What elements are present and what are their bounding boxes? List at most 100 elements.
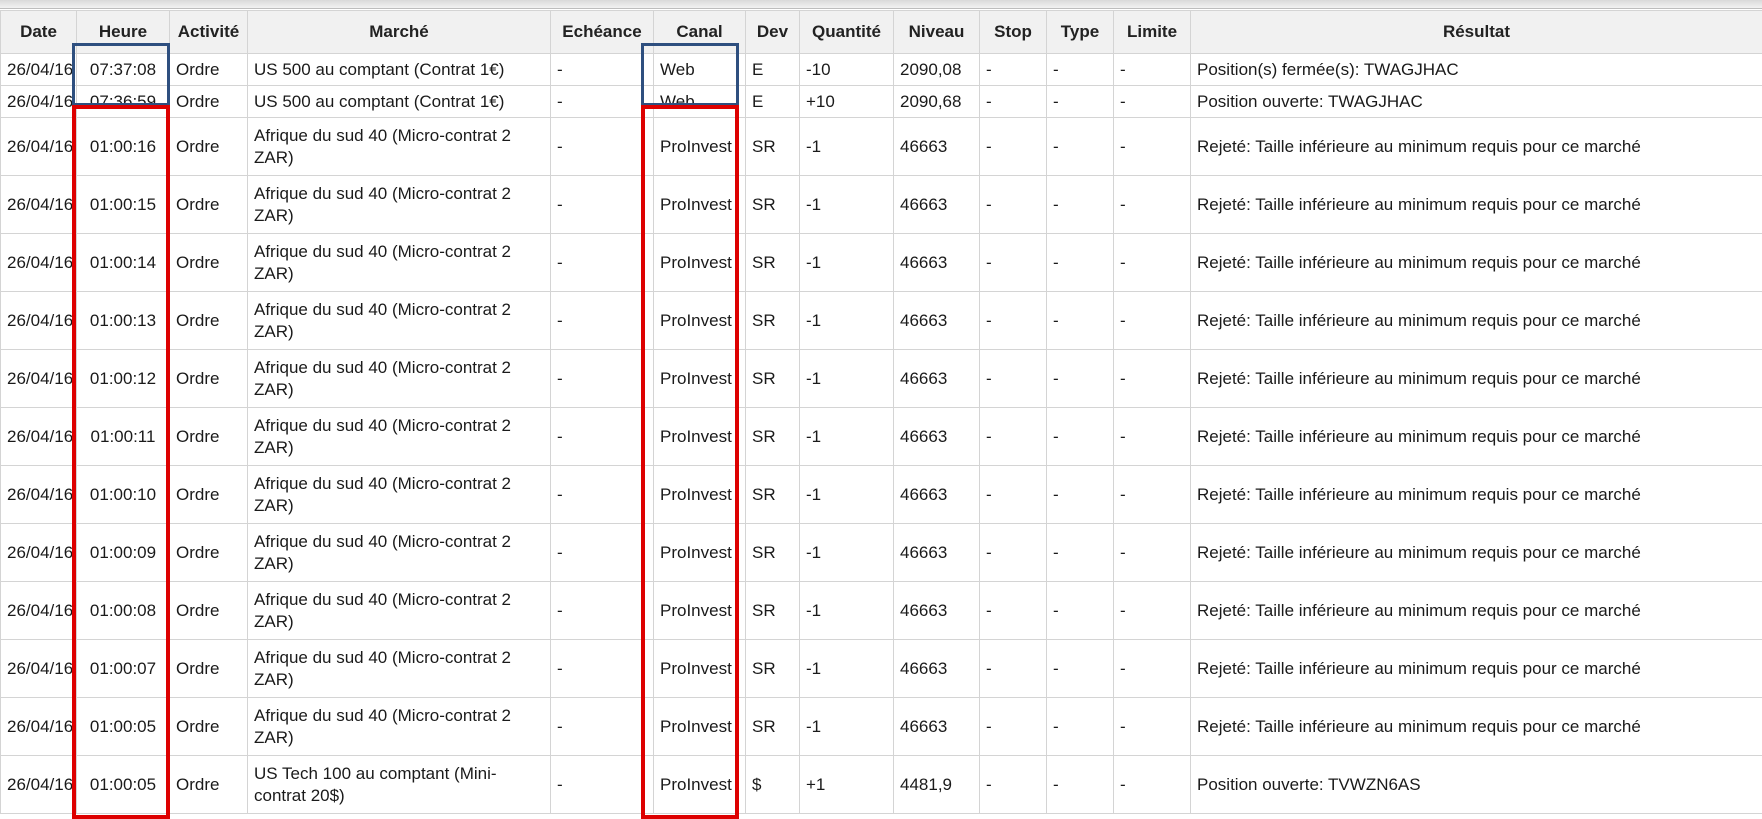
col-header-niveau[interactable]: Niveau xyxy=(893,10,980,54)
cell-stop: - xyxy=(979,117,1047,176)
cell-echeance: - xyxy=(550,291,654,350)
cell-canal: ProInvest xyxy=(653,291,746,350)
cell-stop: - xyxy=(979,175,1047,234)
col-header-dev[interactable]: Dev xyxy=(745,10,800,54)
col-header-limite[interactable]: Limite xyxy=(1113,10,1191,54)
cell-quantite: +1 xyxy=(799,755,894,814)
table-row[interactable]: 26/04/16 01:00:10 Ordre Afrique du sud 40 (… xyxy=(0,465,1762,524)
cell-type: - xyxy=(1046,581,1114,640)
cell-marche: Afrique du sud 40 (Micro-contrat 2 ZAR) xyxy=(247,291,551,350)
cell-quantite: -1 xyxy=(799,349,894,408)
cell-echeance: - xyxy=(550,465,654,524)
col-header-activite[interactable]: Activité xyxy=(169,10,248,54)
cell-activite: Ordre xyxy=(169,581,248,640)
cell-activite: Ordre xyxy=(169,349,248,408)
cell-echeance: - xyxy=(550,755,654,814)
cell-heure: 01:00:07 xyxy=(76,639,170,698)
cell-stop: - xyxy=(979,349,1047,408)
cell-stop: - xyxy=(979,407,1047,466)
cell-niveau: 46663 xyxy=(893,697,980,756)
cell-niveau: 46663 xyxy=(893,465,980,524)
cell-type: - xyxy=(1046,233,1114,292)
cell-type: - xyxy=(1046,175,1114,234)
cell-canal: ProInvest xyxy=(653,523,746,582)
cell-canal: ProInvest xyxy=(653,407,746,466)
table-row[interactable]: 26/04/16 01:00:09 Ordre Afrique du sud 40 (… xyxy=(0,523,1762,582)
cell-quantite: -1 xyxy=(799,233,894,292)
cell-type: - xyxy=(1046,85,1114,118)
cell-dev: SR xyxy=(745,175,800,234)
cell-quantite: +10 xyxy=(799,85,894,118)
table-row[interactable]: 26/04/16 01:00:15 Ordre Afrique du sud 40 (… xyxy=(0,175,1762,234)
cell-dev: $ xyxy=(745,755,800,814)
table-row[interactable]: 26/04/16 07:37:08 Ordre US 500 au comptant … xyxy=(0,53,1762,86)
table-row[interactable]: 26/04/16 07:36:59 Ordre US 500 au comptant … xyxy=(0,85,1762,118)
cell-echeance: - xyxy=(550,407,654,466)
table-row[interactable]: 26/04/16 01:00:13 Ordre Afrique du sud 40 (… xyxy=(0,291,1762,350)
cell-canal: ProInvest xyxy=(653,581,746,640)
cell-resultat: Position ouverte: TVWZN6AS xyxy=(1190,755,1762,814)
table-row[interactable]: 26/04/16 01:00:08 Ordre Afrique du sud 40 (… xyxy=(0,581,1762,640)
cell-echeance: - xyxy=(550,175,654,234)
cell-resultat: Rejeté: Taille inférieure au minimum req… xyxy=(1190,523,1762,582)
cell-dev: SR xyxy=(745,523,800,582)
cell-resultat: Position ouverte: TWAGJHAC xyxy=(1190,85,1762,118)
cell-marche: Afrique du sud 40 (Micro-contrat 2 ZAR) xyxy=(247,465,551,524)
cell-dev: SR xyxy=(745,117,800,176)
cell-resultat: Rejeté: Taille inférieure au minimum req… xyxy=(1190,407,1762,466)
table-row[interactable]: 26/04/16 01:00:16 Ordre Afrique du sud 40 (… xyxy=(0,117,1762,176)
cell-niveau: 4481,9 xyxy=(893,755,980,814)
cell-activite: Ordre xyxy=(169,465,248,524)
cell-type: - xyxy=(1046,349,1114,408)
cell-canal: ProInvest xyxy=(653,117,746,176)
cell-marche: Afrique du sud 40 (Micro-contrat 2 ZAR) xyxy=(247,523,551,582)
cell-date: 26/04/16 xyxy=(0,639,77,698)
cell-limite: - xyxy=(1113,639,1191,698)
col-header-canal[interactable]: Canal xyxy=(653,10,746,54)
cell-heure: 01:00:08 xyxy=(76,581,170,640)
table-row[interactable]: 26/04/16 01:00:14 Ordre Afrique du sud 40 (… xyxy=(0,233,1762,292)
col-header-quantite[interactable]: Quantité xyxy=(799,10,894,54)
cell-dev: SR xyxy=(745,407,800,466)
cell-limite: - xyxy=(1113,697,1191,756)
cell-quantite: -1 xyxy=(799,581,894,640)
cell-quantite: -1 xyxy=(799,465,894,524)
cell-echeance: - xyxy=(550,85,654,118)
table-row[interactable]: 26/04/16 01:00:05 Ordre Afrique du sud 40 (… xyxy=(0,697,1762,756)
cell-resultat: Rejeté: Taille inférieure au minimum req… xyxy=(1190,697,1762,756)
cell-type: - xyxy=(1046,639,1114,698)
col-header-marche[interactable]: Marché xyxy=(247,10,551,54)
cell-canal: ProInvest xyxy=(653,233,746,292)
cell-date: 26/04/16 xyxy=(0,85,77,118)
cell-type: - xyxy=(1046,291,1114,350)
cell-limite: - xyxy=(1113,755,1191,814)
col-header-echeance[interactable]: Echéance xyxy=(550,10,654,54)
cell-activite: Ordre xyxy=(169,175,248,234)
col-header-type[interactable]: Type xyxy=(1046,10,1114,54)
cell-quantite: -1 xyxy=(799,175,894,234)
cell-resultat: Position(s) fermée(s): TWAGJHAC xyxy=(1190,53,1762,86)
col-header-stop[interactable]: Stop xyxy=(979,10,1047,54)
cell-stop: - xyxy=(979,233,1047,292)
cell-resultat: Rejeté: Taille inférieure au minimum req… xyxy=(1190,233,1762,292)
cell-niveau: 46663 xyxy=(893,523,980,582)
cell-quantite: -1 xyxy=(799,407,894,466)
table-row[interactable]: 26/04/16 01:00:05 Ordre US Tech 100 au comp… xyxy=(0,755,1762,814)
cell-echeance: - xyxy=(550,233,654,292)
cell-dev: SR xyxy=(745,233,800,292)
col-header-date[interactable]: Date xyxy=(0,10,77,54)
cell-dev: SR xyxy=(745,639,800,698)
col-header-resultat[interactable]: Résultat xyxy=(1190,10,1762,54)
cell-echeance: - xyxy=(550,117,654,176)
table-row[interactable]: 26/04/16 01:00:11 Ordre Afrique du sud 40 (… xyxy=(0,407,1762,466)
table-row[interactable]: 26/04/16 01:00:07 Ordre Afrique du sud 40 (… xyxy=(0,639,1762,698)
cell-niveau: 2090,68 xyxy=(893,85,980,118)
table-row[interactable]: 26/04/16 01:00:12 Ordre Afrique du sud 40 (… xyxy=(0,349,1762,408)
cell-limite: - xyxy=(1113,523,1191,582)
cell-canal: Web xyxy=(653,53,746,86)
cell-marche: US Tech 100 au comptant (Mini-contrat 20… xyxy=(247,755,551,814)
cell-canal: ProInvest xyxy=(653,755,746,814)
cell-heure: 01:00:10 xyxy=(76,465,170,524)
cell-heure: 01:00:16 xyxy=(76,117,170,176)
col-header-heure[interactable]: Heure xyxy=(76,10,170,54)
